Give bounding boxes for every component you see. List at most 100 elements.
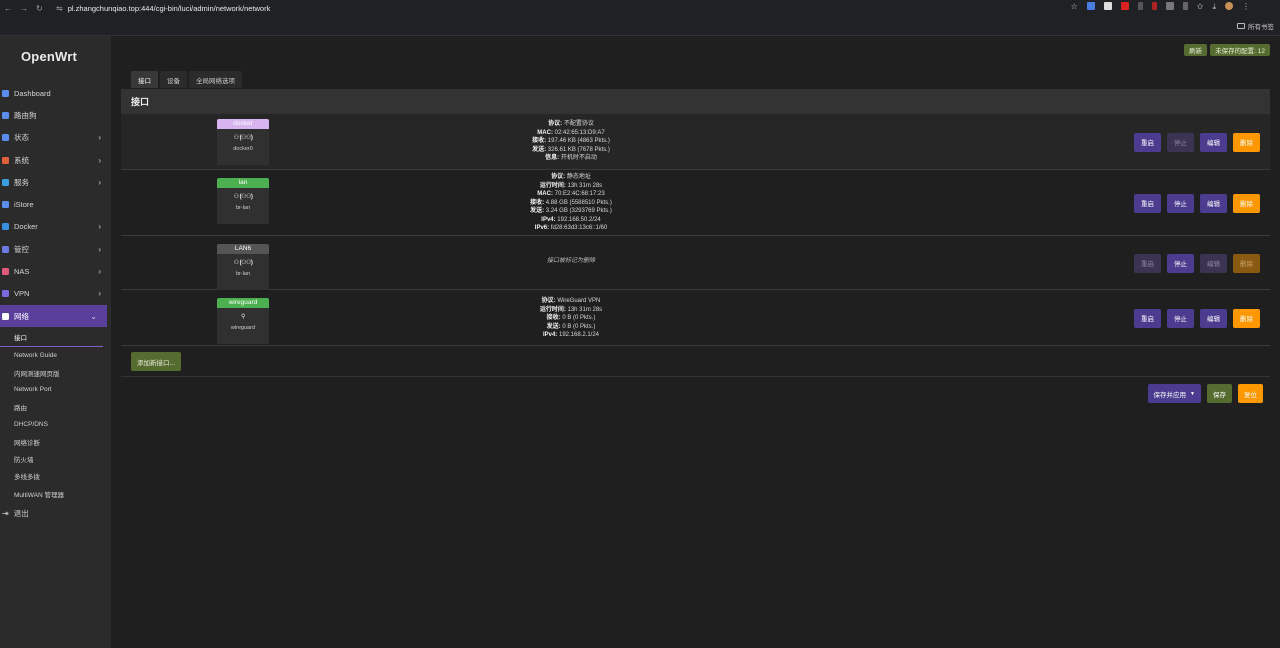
info-value: 192.168.50.2/24 xyxy=(555,216,601,223)
section-title: 接口 xyxy=(121,89,1270,114)
unsaved-changes-badge[interactable]: 未保存的配置: 12 xyxy=(1210,44,1270,56)
edit-button[interactable]: 编辑 xyxy=(1200,253,1227,273)
chevron-right-icon: › xyxy=(98,222,101,232)
sidebar-item[interactable]: 路由狗 xyxy=(0,104,111,126)
sidebar-item[interactable]: 状态 › xyxy=(0,127,111,149)
interface-badge: wireguard ⚲ wireguard xyxy=(217,298,269,344)
stop-button[interactable]: 停止 xyxy=(1167,193,1194,213)
submenu-item[interactable]: 网络诊断 xyxy=(0,433,111,450)
delete-button[interactable]: 删除 xyxy=(1233,132,1260,152)
edit-button[interactable]: 编辑 xyxy=(1200,132,1227,152)
translate-icon[interactable] xyxy=(1086,2,1095,10)
sidebar-item-label: 路由狗 xyxy=(14,110,37,120)
sidebar-item[interactable]: 系统 › xyxy=(0,149,111,171)
url-text[interactable]: pl.zhangchunqiao.top:444/cgi-bin/luci/ad… xyxy=(68,4,271,13)
ethernet-ports-icon: ⚇ (⚇⚇) xyxy=(233,260,253,266)
sidebar-item[interactable]: Docker › xyxy=(0,216,111,238)
bookmarks-bar: 所有书签 xyxy=(0,16,1280,36)
info-key: 接收: xyxy=(546,315,561,321)
interface-device: br-lan xyxy=(235,205,251,211)
info-value: 70:E2:4C:68:17:23 xyxy=(552,191,605,197)
sidebar-item[interactable]: iStore xyxy=(0,193,111,215)
dog-icon xyxy=(2,111,9,119)
ethernet-ports-icon: ⚇ (⚇⚇) xyxy=(233,135,253,141)
info-line: IPv6: fd28:63d3:13c6::1/60 xyxy=(421,224,721,233)
info-value: 开机时不启动 xyxy=(559,155,597,161)
restart-button[interactable]: 重启 xyxy=(1134,132,1161,152)
interface-info: 接口被标记为删除 xyxy=(546,258,595,264)
save-apply-button[interactable]: 保存并应用 ▼ xyxy=(1147,384,1201,403)
info-key: IPv4: xyxy=(541,216,556,223)
logo[interactable]: OpenWrt xyxy=(21,49,77,64)
info-line: 接收: 0 B (0 Pkts.) xyxy=(421,314,721,323)
extension-icon[interactable] xyxy=(1120,2,1129,10)
interface-info: 协议: 静态地址 运行时间: 13h 31m 28s MAC: 70:E2:4C:6… xyxy=(421,173,721,233)
submenu-item[interactable]: 路由 xyxy=(0,398,111,415)
submenu-item[interactable]: 内网测速网页版 xyxy=(0,364,111,381)
info-key: 协议: xyxy=(541,298,556,304)
reload-icon[interactable]: ↻ xyxy=(36,4,43,13)
sidebar-item[interactable]: NAS › xyxy=(0,260,111,282)
extension-icon[interactable] xyxy=(1137,2,1143,10)
sidebar-item-label: NAS xyxy=(14,267,30,277)
submenu-item[interactable]: 防火墙 xyxy=(0,450,111,467)
extension-icon[interactable] xyxy=(1103,2,1112,10)
info-key: 运行时间: xyxy=(539,306,566,313)
sidebar-item[interactable]: 管控 › xyxy=(0,238,111,260)
add-interface-button[interactable]: 添加新接口... xyxy=(131,352,181,371)
site-settings-icon[interactable]: ⇋ xyxy=(56,4,63,13)
submenu-item[interactable]: 接口 xyxy=(0,329,103,347)
split-icon[interactable] xyxy=(1182,2,1188,10)
submenu-item[interactable]: MultiWAN 管理器 xyxy=(0,485,111,502)
row-actions: 重启 停止 编辑 删除 xyxy=(1134,253,1260,273)
bookmark-icon[interactable]: ✩ xyxy=(1197,2,1204,12)
download-icon[interactable]: ⤓ xyxy=(1212,2,1216,12)
tab-interfaces[interactable]: 接口 xyxy=(131,71,158,88)
interface-badge: LAN6 ⚇ (⚇⚇) br-lan xyxy=(217,244,269,290)
info-value: 3.24 GB (3293769 Pkts.) xyxy=(544,208,612,214)
stop-button[interactable]: 停止 xyxy=(1167,253,1194,273)
delete-button[interactable]: 删除 xyxy=(1233,193,1260,213)
sidebar-item[interactable]: Dashboard xyxy=(0,82,111,104)
restart-button[interactable]: 重启 xyxy=(1134,253,1161,273)
avatar[interactable] xyxy=(1225,2,1233,10)
submenu-item[interactable]: Network Guide xyxy=(0,347,111,364)
info-value: 326.61 KB (7678 Pkts.) xyxy=(546,146,610,153)
submenu-item[interactable]: DHCP/DNS xyxy=(0,416,111,433)
info-line: 接收: 4.88 GB (5588510 Pkts.) xyxy=(421,199,721,208)
info-line: 协议: WireGuard VPN xyxy=(421,297,721,306)
interface-row: docker ⚇ (⚇⚇) docker0 协议: 不配置协议 MAC: 02:42:6… xyxy=(121,114,1270,170)
delete-button[interactable]: 删除 xyxy=(1233,253,1260,273)
address-bar[interactable]: ⇋ pl.zhangchunqiao.top:444/cgi-bin/luci/… xyxy=(56,4,270,13)
tab-devices[interactable]: 设备 xyxy=(160,71,187,88)
sidebar-menu: Dashboard 路由狗 状态 › 系统 › 服务 › iStore Docker › 管控 › NAS… xyxy=(0,82,111,524)
control-icon xyxy=(2,245,9,253)
star-icon[interactable]: ☆ xyxy=(1071,2,1078,12)
all-bookmarks[interactable]: 所有书签 xyxy=(1237,21,1274,31)
extension-icon[interactable] xyxy=(1151,2,1157,10)
sidebar-item[interactable]: VPN › xyxy=(0,283,111,305)
browser-nav: ← → ↻ xyxy=(4,4,56,13)
edit-button[interactable]: 编辑 xyxy=(1200,308,1227,328)
forward-icon[interactable]: → xyxy=(20,4,28,13)
stop-button[interactable]: 停止 xyxy=(1167,132,1194,152)
submenu-item[interactable]: 多线多拨 xyxy=(0,468,111,485)
row-actions: 重启 停止 编辑 删除 xyxy=(1134,193,1260,213)
save-button[interactable]: 保存 xyxy=(1207,384,1232,403)
refresh-badge[interactable]: 刷新 xyxy=(1184,44,1208,56)
restart-button[interactable]: 重启 xyxy=(1134,308,1161,328)
reset-button[interactable]: 复位 xyxy=(1238,384,1263,403)
delete-button[interactable]: 删除 xyxy=(1233,308,1260,328)
tab-global-options[interactable]: 全局网络选项 xyxy=(189,71,242,88)
puzzle-icon[interactable] xyxy=(1165,2,1174,10)
sidebar-item[interactable]: 服务 › xyxy=(0,171,111,193)
menu-icon[interactable]: ⋮ xyxy=(1242,2,1250,12)
sidebar-item[interactable]: 网络 ⌄ xyxy=(0,304,107,328)
docker-icon xyxy=(2,223,9,231)
edit-button[interactable]: 编辑 xyxy=(1200,193,1227,213)
stop-button[interactable]: 停止 xyxy=(1167,308,1194,328)
back-icon[interactable]: ← xyxy=(4,4,12,13)
logout-item[interactable]: ⇥ 退出 xyxy=(0,502,111,524)
restart-button[interactable]: 重启 xyxy=(1134,193,1161,213)
submenu-item[interactable]: Network Port xyxy=(0,381,111,398)
